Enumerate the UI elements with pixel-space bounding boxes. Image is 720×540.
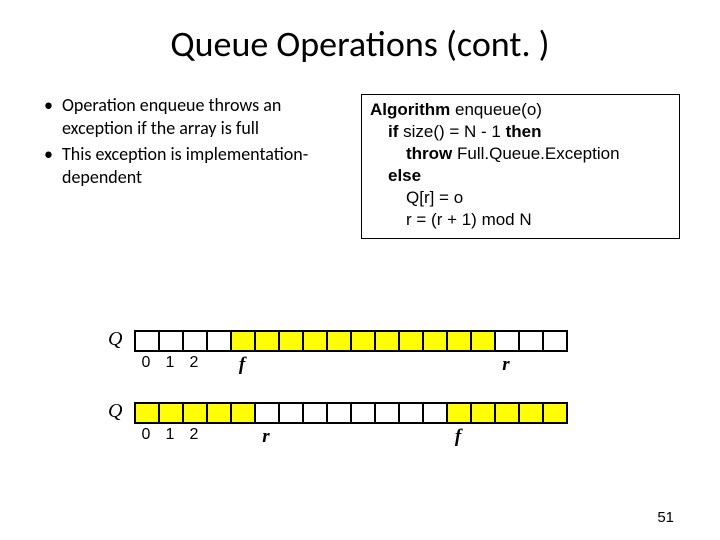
cell	[160, 404, 184, 422]
array-label: Q	[108, 402, 134, 420]
index	[374, 354, 398, 374]
index	[422, 354, 446, 374]
index: 1	[158, 354, 182, 374]
index: 0	[134, 426, 158, 446]
index	[230, 426, 254, 446]
cell	[232, 404, 256, 422]
cell	[280, 404, 304, 422]
cell	[232, 332, 256, 350]
pointer-r: r	[254, 426, 278, 446]
cell	[328, 332, 352, 350]
algo-line: throw Full.Queue.Exception	[370, 143, 671, 165]
cell	[376, 404, 400, 422]
cell	[520, 332, 544, 350]
cell	[448, 332, 472, 350]
cell	[400, 404, 424, 422]
cell	[352, 332, 376, 350]
cell	[376, 332, 400, 350]
index-row: 0 1 2 r f	[134, 426, 628, 446]
index	[326, 354, 350, 374]
algo-line: r = (r + 1) mod N	[370, 209, 671, 231]
index	[350, 426, 374, 446]
cell	[496, 332, 520, 350]
cell	[424, 404, 448, 422]
index	[302, 354, 326, 374]
cell	[352, 404, 376, 422]
index	[278, 426, 302, 446]
algo-text: enqueue(o)	[450, 100, 542, 119]
cell	[496, 404, 520, 422]
pointer-f: f	[446, 426, 470, 446]
cell	[472, 332, 496, 350]
slide-title: Queue Operations (cont. )	[0, 0, 720, 66]
cell	[184, 332, 208, 350]
cell	[208, 332, 232, 350]
cell	[256, 404, 280, 422]
pointer-f: f	[230, 354, 254, 374]
index	[422, 426, 446, 446]
index	[398, 426, 422, 446]
index: 0	[134, 354, 158, 374]
algo-keyword: if	[388, 122, 398, 141]
cell	[472, 404, 496, 422]
cell	[256, 332, 280, 350]
bullet-list: Operation enqueue throws an exception if…	[40, 94, 355, 192]
algo-line: Algorithm enqueue(o)	[370, 99, 671, 121]
index	[446, 354, 470, 374]
cell	[304, 404, 328, 422]
index	[350, 354, 374, 374]
array-cells	[134, 330, 568, 352]
algo-keyword: throw	[406, 144, 452, 163]
array-label: Q	[108, 330, 134, 348]
cell	[328, 404, 352, 422]
algo-line: if size() = N - 1 then	[370, 121, 671, 143]
cell	[400, 332, 424, 350]
index: 2	[182, 426, 206, 446]
cell	[136, 404, 160, 422]
cell	[304, 332, 328, 350]
page-number: 51	[657, 509, 674, 526]
cell	[424, 332, 448, 350]
index-row: 0 1 2 f r	[134, 354, 628, 374]
index	[254, 354, 278, 374]
index	[206, 426, 230, 446]
cell	[136, 332, 160, 350]
index	[278, 354, 302, 374]
index	[326, 426, 350, 446]
algo-line: else	[370, 165, 671, 187]
cell	[520, 404, 544, 422]
index: 2	[182, 354, 206, 374]
cell	[184, 404, 208, 422]
algo-keyword: else	[388, 166, 421, 185]
algo-text: size() = N - 1	[398, 122, 505, 141]
body-row: Operation enqueue throws an exception if…	[0, 66, 720, 239]
array-cells	[134, 402, 568, 424]
index: 1	[158, 426, 182, 446]
algo-keyword: Algorithm	[370, 100, 450, 119]
algorithm-box: Algorithm enqueue(o) if size() = N - 1 t…	[361, 94, 680, 239]
index	[374, 426, 398, 446]
cell	[544, 404, 568, 422]
algo-keyword: then	[506, 122, 542, 141]
diagrams: Q	[108, 330, 628, 446]
bullet-item: Operation enqueue throws an exception if…	[40, 94, 355, 139]
algo-line: Q[r] = o	[370, 187, 671, 209]
slide: Queue Operations (cont. ) Operation enqu…	[0, 0, 720, 540]
cell	[208, 404, 232, 422]
array-diagram: Q	[108, 402, 628, 424]
index	[206, 354, 230, 374]
cell	[544, 332, 568, 350]
cell	[448, 404, 472, 422]
pointer-r: r	[494, 354, 518, 374]
index	[302, 426, 326, 446]
index	[470, 354, 494, 374]
cell	[160, 332, 184, 350]
cell	[280, 332, 304, 350]
index	[398, 354, 422, 374]
array-diagram: Q	[108, 330, 628, 352]
bullet-item: This exception is implementation-depende…	[40, 143, 355, 188]
algo-text: Full.Queue.Exception	[452, 144, 619, 163]
